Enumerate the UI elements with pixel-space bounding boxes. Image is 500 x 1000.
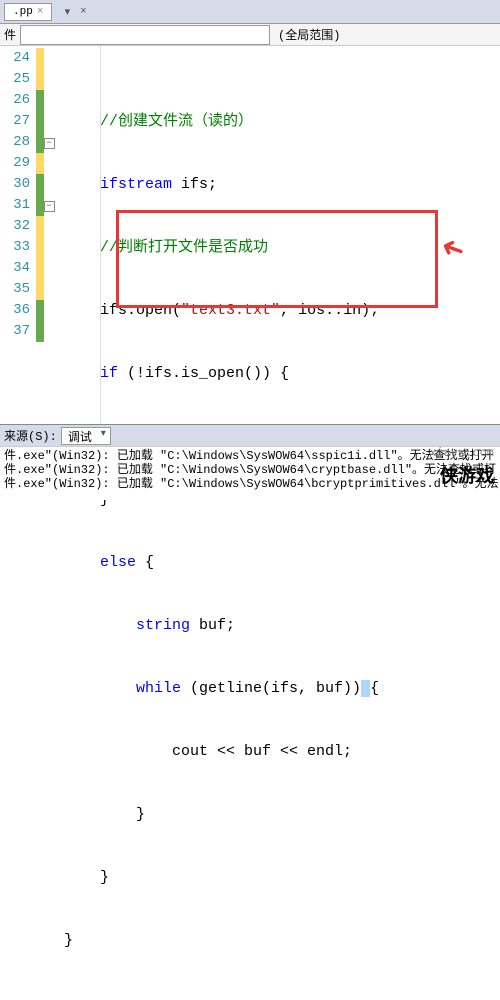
nav-back-icon[interactable]: ▾ bbox=[60, 5, 74, 19]
scope-bar: 件 (全局范围) bbox=[0, 24, 500, 46]
annotation-box bbox=[116, 210, 438, 308]
output-panel: 来源(S): 调试 件.exe"(Win32): 已加载 "C:\Windows… bbox=[0, 424, 500, 500]
fold-icon[interactable]: − bbox=[44, 201, 55, 212]
code-editor[interactable]: 2425 262728 293031 323334 353637 − − //创… bbox=[0, 46, 500, 426]
close-icon[interactable]: × bbox=[37, 6, 44, 18]
code-text: //创建文件流（读的） bbox=[100, 113, 253, 130]
code-text: //判断打开文件是否成功 bbox=[100, 239, 268, 256]
scope-label[interactable]: (全局范围) bbox=[270, 26, 348, 43]
output-source-dropdown[interactable]: 调试 bbox=[61, 427, 111, 445]
scope-prefix: 件 bbox=[0, 26, 20, 43]
line-number-gutter: 2425 262728 293031 323334 353637 bbox=[0, 46, 36, 426]
fold-gutter: − − bbox=[36, 46, 62, 426]
output-header: 来源(S): 调试 bbox=[0, 424, 500, 446]
nav-fwd-icon[interactable]: × bbox=[76, 5, 90, 19]
tab-title: .pp bbox=[13, 6, 33, 18]
fold-icon[interactable]: − bbox=[44, 138, 55, 149]
file-tab[interactable]: .pp × bbox=[4, 3, 52, 21]
code-area[interactable]: //创建文件流（读的） ifstream ifs; //判断打开文件是否成功 i… bbox=[62, 46, 500, 426]
tab-actions: ▾ × bbox=[60, 5, 90, 19]
output-body[interactable]: 件.exe"(Win32): 已加载 "C:\Windows\SysWOW64\… bbox=[0, 446, 500, 500]
code-text: ifstream bbox=[100, 176, 172, 193]
scope-dropdown-left[interactable] bbox=[20, 25, 270, 45]
tab-bar: .pp × ▾ × bbox=[0, 0, 500, 24]
output-source-label: 来源(S): bbox=[4, 427, 57, 444]
